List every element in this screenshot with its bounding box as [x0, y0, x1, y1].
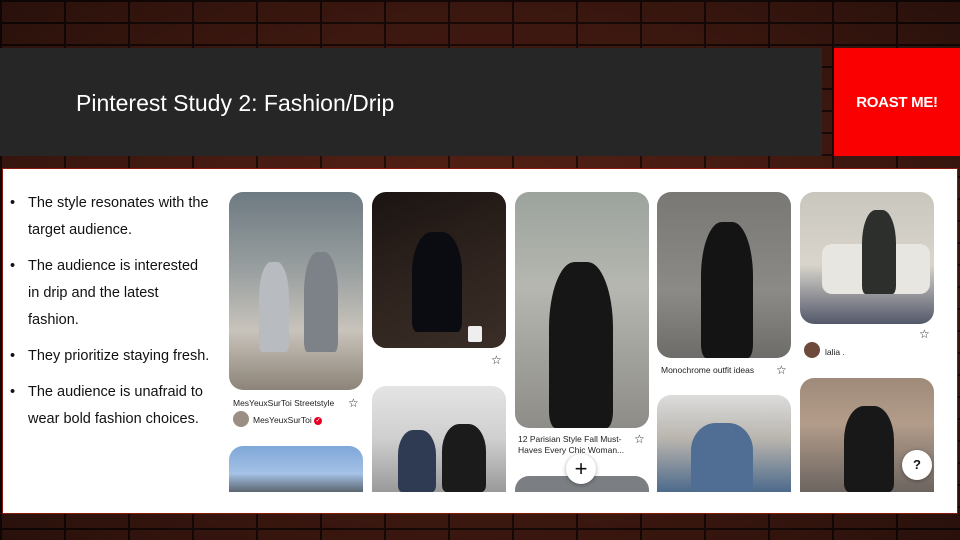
roast-me-button[interactable]: ROAST ME!: [834, 48, 960, 156]
bullet-item: The style resonates with the target audi…: [10, 190, 210, 244]
bullet-item: The audience is unafraid to wear bold fa…: [10, 379, 210, 433]
star-icon[interactable]: ☆: [919, 327, 930, 341]
pin-streetstyle-image[interactable]: [229, 192, 363, 390]
bullet-item: The audience is interested in drip and t…: [10, 253, 210, 334]
pin-monochrome-title: Monochrome outfit ideas: [661, 365, 755, 375]
mug-shape: [468, 326, 482, 342]
verified-icon: ✓: [314, 416, 323, 425]
person-figure: [442, 424, 486, 492]
star-icon[interactable]: ☆: [348, 396, 359, 410]
pin-image[interactable]: [229, 446, 363, 492]
star-icon[interactable]: ☆: [776, 363, 787, 377]
pin-image[interactable]: [372, 192, 506, 348]
avatar: [804, 342, 820, 358]
person-figure: [259, 262, 289, 352]
pin-image[interactable]: [372, 386, 506, 492]
person-figure: [691, 423, 753, 492]
pin-parisian-title: 12 Parisian Style Fall Must-Haves Every …: [518, 434, 625, 455]
star-icon[interactable]: ☆: [491, 353, 502, 367]
person-figure: [304, 252, 338, 352]
pin-streetstyle-title: MesYeuxSurToi Streetstyle: [233, 398, 335, 408]
slide-title: Pinterest Study 2: Fashion/Drip: [76, 90, 395, 116]
person-figure: [398, 430, 436, 492]
pin-image[interactable]: [657, 395, 791, 492]
person-figure: [412, 232, 462, 332]
person-figure: [844, 406, 894, 492]
add-pin-button[interactable]: +: [566, 454, 596, 484]
pin-monochrome-image[interactable]: [657, 192, 791, 358]
person-figure: [862, 210, 896, 294]
bullet-list: The style resonates with the target audi…: [10, 190, 210, 442]
pin-streetstyle-user: MesYeuxSurToi ✓: [253, 415, 323, 426]
help-button[interactable]: ?: [902, 450, 932, 480]
person-figure: [549, 262, 613, 428]
avatar: [233, 411, 249, 427]
star-icon[interactable]: ☆: [634, 432, 645, 446]
pin-parisian-image[interactable]: [515, 192, 649, 428]
person-figure: [701, 222, 753, 358]
pin-image[interactable]: [800, 192, 934, 324]
pin-streetstyle-username: MesYeuxSurToi: [253, 415, 312, 425]
bullet-item: They prioritize staying fresh.: [10, 343, 210, 370]
pin-lalia-user: lalia .: [825, 347, 845, 357]
